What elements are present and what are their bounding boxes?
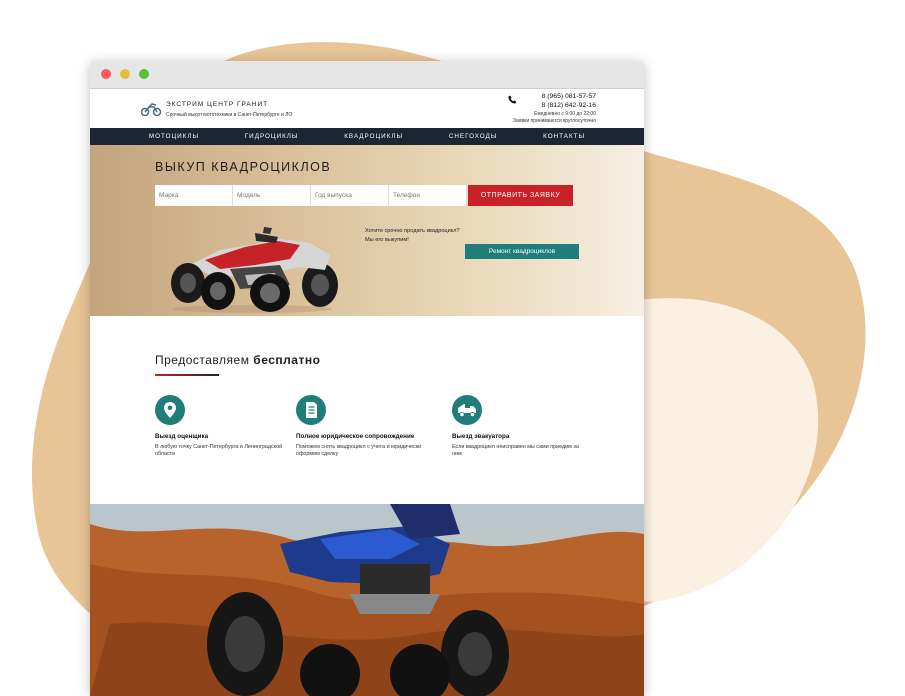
atv-in-sand-photo <box>90 504 644 696</box>
phone-2[interactable]: 8 (812) 642-92-16 <box>542 101 596 110</box>
tow-truck-icon <box>452 395 482 425</box>
phone-icon <box>508 95 517 104</box>
feature-tow-truck: Выезд эвакуатора Если квадроцикл неиспра… <box>452 395 582 458</box>
free-title-bold: бесплатно <box>253 353 321 367</box>
nav-item-motorcycles[interactable]: МОТОЦИКЛЫ <box>149 133 199 140</box>
location-pin-icon <box>155 395 185 425</box>
phone-input[interactable] <box>389 185 467 206</box>
brand-tagline: Срочный выкуп мототехники в Санкт-Петерб… <box>166 112 293 118</box>
feature-title: Выезд оценщика <box>155 433 209 440</box>
feature-title: Полное юридическое сопровождение <box>296 433 415 440</box>
phone-numbers: 8 (965) 081-57-57 8 (812) 642-92-16 <box>542 92 596 110</box>
nav-item-jetskis[interactable]: ГИДРОЦИКЛЫ <box>245 133 299 140</box>
browser-window: ЭКСТРИМ ЦЕНТР ГРАНИТ Срочный выкуп мотот… <box>90 61 644 696</box>
site-header: ЭКСТРИМ ЦЕНТР ГРАНИТ Срочный выкуп мотот… <box>90 89 644 128</box>
close-dot[interactable] <box>101 69 111 79</box>
working-hours: Ежедневно с 9:00 до 22:00 Заявки принима… <box>513 111 596 125</box>
feature-title: Выезд эвакуатора <box>452 433 510 440</box>
feature-legal: Полное юридическое сопровождение Поможем… <box>296 395 426 458</box>
motorcycle-logo-icon[interactable] <box>140 102 162 116</box>
hero-section: ВЫКУП КВАДРОЦИКЛОВ ОТПРАВИТЬ ЗАЯВКУ <box>90 145 644 316</box>
atv-image <box>171 227 338 313</box>
submit-request-button[interactable]: ОТПРАВИТЬ ЗАЯВКУ <box>468 185 573 206</box>
feature-appraiser: Выезд оценщика В любую точку Санкт-Петер… <box>155 395 285 458</box>
feature-desc: В любую точку Санкт-Петербурга и Ленингр… <box>155 444 283 457</box>
document-icon <box>296 395 326 425</box>
request-form: ОТПРАВИТЬ ЗАЯВКУ <box>155 185 573 206</box>
nav-item-contacts[interactable]: КОНТАКТЫ <box>543 133 585 140</box>
hours-text: Ежедневно с 9:00 до 22:00 <box>533 111 596 117</box>
nav-item-snowmobiles[interactable]: СНЕГОХОДЫ <box>449 133 498 140</box>
promo-line-1: Хотите срочно продать квадроцикл? <box>365 228 460 234</box>
window-titlebar <box>90 61 644 89</box>
hero-title: ВЫКУП КВАДРОЦИКЛОВ <box>155 160 332 174</box>
minimize-dot[interactable] <box>120 69 130 79</box>
promo-line-2: Мы его выкупим! <box>365 236 409 243</box>
free-services-section: Предоставляем бесплатно Выезд оценщика В… <box>90 316 644 504</box>
brand-input[interactable] <box>155 185 233 206</box>
model-input[interactable] <box>233 185 311 206</box>
hours-note: Заявки принимаются круглосуточно <box>513 118 596 124</box>
year-input[interactable] <box>311 185 389 206</box>
feature-desc: Поможем снять квадроцикл с учета и юриди… <box>296 444 422 457</box>
brand-name[interactable]: ЭКСТРИМ ЦЕНТР ГРАНИТ <box>166 101 268 108</box>
nav-item-atvs[interactable]: КВАДРОЦИКЛЫ <box>344 133 403 140</box>
free-section-title: Предоставляем бесплатно <box>155 353 320 367</box>
feature-desc: Если квадроцикл неисправен мы сами приед… <box>452 444 579 457</box>
promo-text: Хотите срочно продать квадроцикл? Мы его… <box>365 227 460 244</box>
main-nav: МОТОЦИКЛЫ ГИДРОЦИКЛЫ КВАДРОЦИКЛЫ СНЕГОХО… <box>90 128 644 145</box>
title-underline <box>155 374 219 376</box>
free-title-prefix: Предоставляем <box>155 353 250 367</box>
atv-repair-button[interactable]: Ремонт квадроциклов <box>465 244 579 259</box>
maximize-dot[interactable] <box>139 69 149 79</box>
phone-1[interactable]: 8 (965) 081-57-57 <box>542 92 596 101</box>
